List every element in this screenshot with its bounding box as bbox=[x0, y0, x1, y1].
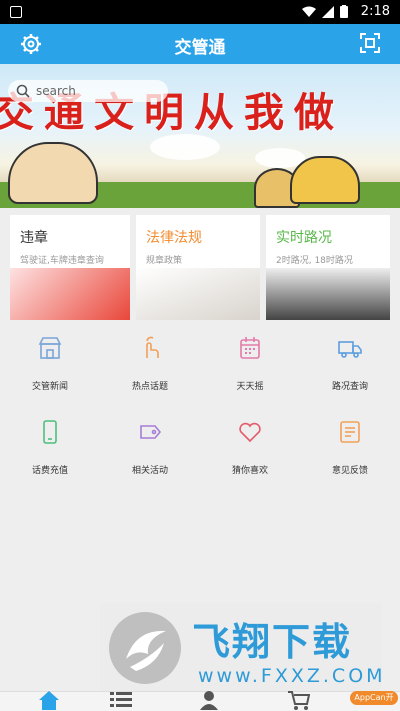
phone-icon bbox=[43, 420, 57, 444]
card-subtitle: 驾驶证,车牌违章查询 bbox=[20, 256, 104, 266]
card-subtitle: 2时路况, 18时路况 bbox=[276, 256, 353, 266]
grid-item-traffic-query[interactable]: 路况查询 bbox=[310, 335, 390, 395]
search-bar[interactable] bbox=[8, 80, 168, 102]
card-title: 实时路况 bbox=[276, 230, 332, 246]
card-subtitle: 规章政策 bbox=[146, 256, 183, 266]
tag-icon bbox=[140, 425, 162, 439]
grid-label: 路况查询 bbox=[331, 382, 368, 392]
grid-item-news[interactable]: 交管新闻 bbox=[10, 335, 90, 395]
tab-cart[interactable] bbox=[250, 691, 350, 711]
tab-user[interactable] bbox=[160, 691, 260, 711]
grid-item-feedback[interactable]: 意见反馈 bbox=[310, 419, 390, 479]
page-title: 交管通 bbox=[174, 38, 226, 58]
calendar-icon bbox=[240, 337, 260, 359]
grid-label: 话费充值 bbox=[31, 466, 68, 476]
signal-icon bbox=[322, 5, 334, 18]
cart-icon bbox=[288, 691, 310, 710]
grid-label: 交管新闻 bbox=[31, 382, 68, 392]
list-icon bbox=[110, 692, 132, 707]
grid-item-daily-shake[interactable]: 天天摇 bbox=[210, 335, 290, 395]
home-icon bbox=[39, 691, 59, 710]
app-header: 交管通 bbox=[0, 24, 400, 64]
card-violation[interactable]: 违章 驾驶证,车牌违章查询 bbox=[10, 215, 130, 320]
fxxz-logo-icon bbox=[109, 612, 181, 684]
tab-list[interactable] bbox=[72, 692, 172, 711]
grid-item-recommend[interactable]: 猜你喜欢 bbox=[210, 419, 290, 479]
card-image bbox=[10, 268, 130, 320]
card-title: 法律法规 bbox=[146, 230, 202, 246]
shop-icon bbox=[38, 337, 62, 359]
status-bar: 2:18 bbox=[0, 0, 400, 24]
grid-label: 天天摇 bbox=[236, 382, 264, 392]
grid-label: 猜你喜欢 bbox=[231, 466, 268, 476]
cartoon-car-illustration bbox=[8, 142, 98, 204]
watermark-url: www.FXXZ.COM bbox=[198, 665, 386, 687]
search-input[interactable] bbox=[36, 82, 161, 100]
truck-icon bbox=[338, 341, 362, 358]
grid-label: 相关活动 bbox=[131, 466, 168, 476]
bottom-tab-bar bbox=[0, 691, 400, 711]
grid-item-hot-topics[interactable]: 热点话题 bbox=[110, 335, 190, 395]
card-title: 违章 bbox=[20, 230, 48, 246]
grid-item-activities[interactable]: 相关活动 bbox=[110, 419, 190, 479]
app-notification-icon bbox=[10, 6, 22, 18]
grid-label: 热点话题 bbox=[131, 382, 168, 392]
watermark-overlay: 飞翔下载 www.FXXZ.COM bbox=[100, 603, 383, 691]
card-image bbox=[266, 268, 390, 320]
heart-icon bbox=[239, 422, 261, 443]
wifi-icon bbox=[302, 6, 316, 17]
status-time: 2:18 bbox=[360, 4, 390, 19]
feedback-icon bbox=[340, 421, 360, 443]
status-icons bbox=[302, 5, 348, 18]
card-traffic[interactable]: 实时路况 2时路况, 18时路况 bbox=[266, 215, 390, 320]
watermark-title: 飞翔下载 bbox=[192, 620, 353, 664]
scan-qr-icon[interactable] bbox=[360, 33, 380, 57]
hand-pointer-icon bbox=[146, 336, 159, 358]
grid-item-phone-topup[interactable]: 话费充值 bbox=[10, 419, 90, 479]
battery-icon bbox=[340, 5, 348, 18]
card-laws[interactable]: 法律法规 规章政策 bbox=[136, 215, 260, 320]
feature-cards: 违章 驾驶证,车牌违章查询 法律法规 规章政策 实时路况 2时路况, 18时路况 bbox=[10, 215, 390, 320]
search-icon bbox=[16, 84, 30, 98]
user-icon bbox=[200, 691, 218, 710]
appcan-badge: AppCan开 bbox=[350, 691, 398, 705]
card-image bbox=[136, 268, 260, 320]
grid-label: 意见反馈 bbox=[331, 466, 368, 476]
cartoon-person-illustration bbox=[290, 156, 360, 204]
